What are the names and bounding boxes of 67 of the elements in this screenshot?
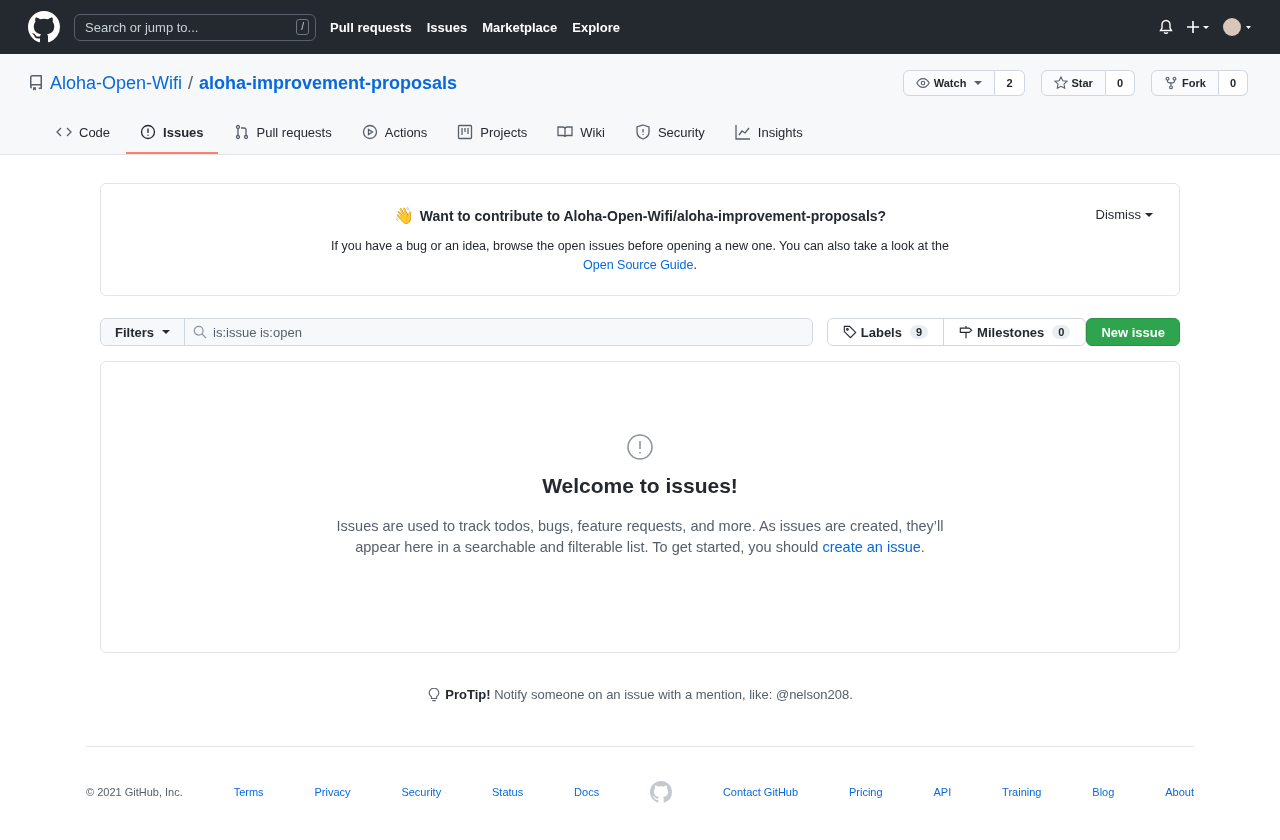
count-badge: 9 — [909, 325, 929, 339]
milestones-button[interactable]: Milestones 0 — [943, 319, 1086, 345]
count-label: 0 — [1105, 70, 1136, 96]
protip-text: ProTip! Notify someone on an issue with a mention, like: @nelson208. — [445, 687, 853, 702]
projects-icon — [457, 124, 474, 140]
wiki-icon — [557, 124, 574, 140]
lightbulb-icon — [427, 687, 442, 702]
path-separator: / — [188, 72, 194, 94]
fork-icon — [1164, 76, 1179, 90]
repo-owner-link[interactable]: Aloha-Open-Wifi — [50, 72, 183, 94]
repo-tab[interactable]: Projects — [443, 112, 542, 154]
star-icon — [1053, 76, 1068, 90]
actions-icon — [361, 124, 378, 140]
count-label: 0 — [1218, 70, 1248, 96]
footer-link[interactable]: Pricing — [849, 786, 883, 798]
footer-link[interactable]: Docs — [574, 786, 600, 798]
pulls-icon — [233, 124, 250, 140]
tag-icon — [842, 325, 857, 339]
issue-icon — [627, 434, 653, 460]
dismiss-button[interactable]: Dismiss — [1089, 206, 1159, 223]
issues-icon — [140, 124, 157, 140]
count-label: 2 — [995, 70, 1025, 96]
security-icon — [634, 124, 651, 140]
footer-link[interactable]: Security — [401, 786, 442, 798]
guide-link[interactable]: Open Source Guide — [583, 258, 694, 272]
blankslate-text: Issues are used to track todos, bugs, feature requests, and more. As issues are created, they’ll appear here in a searchable and filterable list. To get started, you should create an issue. — [335, 517, 945, 557]
banner-text: If you have a bug or an idea, browse the open issues before opening a new one. You can also take a look at the Open Source Guide. — [330, 238, 950, 274]
eye-icon — [915, 76, 930, 90]
repo-tab[interactable]: Wiki — [543, 112, 619, 154]
repo-tab[interactable]: Security — [620, 112, 719, 154]
footer-link[interactable]: Blog — [1092, 786, 1115, 798]
avatar-icon[interactable] — [1222, 17, 1252, 37]
footer-link[interactable]: Privacy — [314, 786, 351, 798]
logo-icon[interactable] — [28, 11, 60, 43]
fork-button[interactable]: Fork — [1151, 70, 1219, 96]
waving-hand-emoji: 👋 — [393, 206, 414, 225]
repo-icon — [28, 75, 44, 91]
caret-icon — [974, 81, 983, 85]
bell-icon[interactable] — [1158, 19, 1174, 35]
repo-tab[interactable]: Issues — [126, 112, 218, 154]
create-issue-link[interactable]: create an issue — [822, 539, 921, 555]
footer-link[interactable]: About — [1165, 786, 1194, 798]
repo-tab[interactable]: Code — [42, 112, 125, 154]
signpost-icon — [959, 325, 974, 339]
shortcut-key: / — [296, 18, 309, 35]
plus-caret-icon[interactable] — [1186, 19, 1210, 35]
insights-icon — [734, 124, 751, 140]
footer-link[interactable]: Terms — [233, 786, 264, 798]
star-button[interactable]: Star — [1040, 70, 1106, 96]
repo-name-link[interactable]: aloha-improvement-proposals — [199, 72, 458, 94]
nav-link[interactable]: Marketplace — [482, 19, 558, 35]
nav-link[interactable]: Pull requests — [330, 19, 412, 35]
watch-button[interactable]: Watch — [902, 70, 996, 96]
footer-link[interactable]: Status — [492, 786, 524, 798]
blankslate-title: Welcome to issues! — [542, 474, 738, 498]
nav-link[interactable]: Issues — [426, 19, 468, 35]
count-badge: 0 — [1052, 325, 1071, 339]
repo-tab[interactable]: Insights — [720, 112, 817, 154]
copyright-text: © 2021 GitHub, Inc. — [86, 786, 183, 798]
nav-link[interactable]: Explore — [572, 19, 620, 35]
caret-icon — [1145, 212, 1153, 217]
footer-link[interactable]: API — [933, 786, 952, 798]
repo-tab[interactable]: Pull requests — [219, 112, 346, 154]
footer-link[interactable]: Training — [1002, 786, 1042, 798]
banner-title: Want to contribute to Aloha-Open-Wifi/aloha-improvement-proposals? — [419, 207, 887, 224]
repo-tab[interactable]: Actions — [347, 112, 442, 154]
footer-link[interactable]: Contact GitHub — [722, 786, 799, 798]
